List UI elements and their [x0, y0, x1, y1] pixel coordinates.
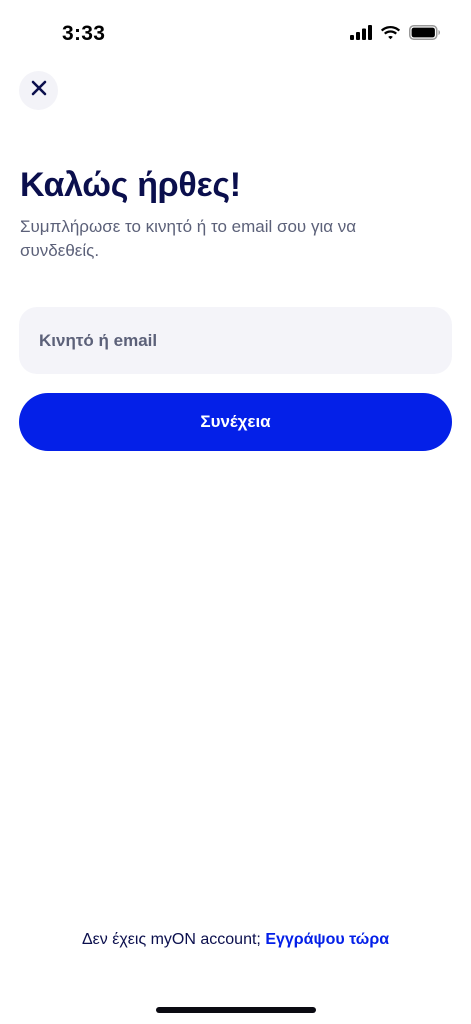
signal-icon — [350, 25, 372, 40]
home-indicator[interactable] — [156, 1007, 316, 1013]
phone-or-email-field-container — [19, 307, 452, 374]
signup-prompt-text: Δεν έχεις myON account; — [81, 931, 261, 948]
close-button[interactable] — [19, 71, 58, 110]
status-icons — [350, 25, 441, 40]
phone-or-email-input[interactable] — [19, 307, 452, 374]
page-subtitle: Συμπλήρωσε το κινητό ή το email σου για … — [20, 217, 357, 260]
continue-button[interactable]: Συνέχεια — [19, 393, 452, 451]
signup-link[interactable]: Εγγράψου τώρα — [265, 931, 389, 948]
page-title: Καλώς ήρθες! — [20, 166, 241, 204]
close-icon — [31, 80, 47, 101]
status-bar: 3:33 — [0, 0, 471, 70]
battery-icon — [409, 25, 441, 40]
status-time: 3:33 — [62, 22, 106, 45]
signup-prompt: Δεν έχεις myON account; Εγγράψου τώρα — [0, 931, 471, 949]
wifi-icon — [380, 25, 401, 40]
